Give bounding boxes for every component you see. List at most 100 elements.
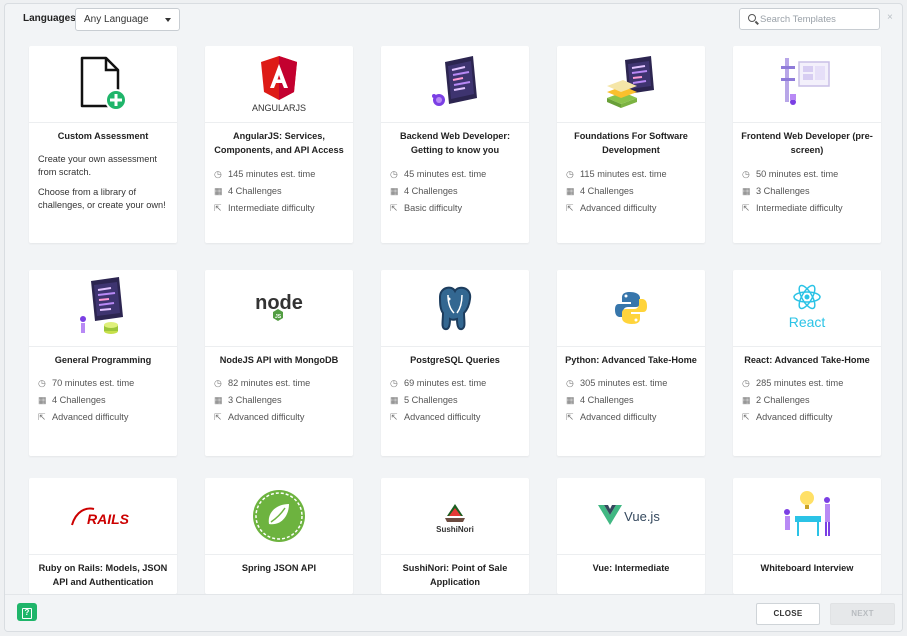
card-logo bbox=[205, 478, 353, 555]
card-logo bbox=[557, 46, 705, 123]
template-card-general-programming[interactable]: General Programming ◷ 70 minutes est. tim… bbox=[29, 270, 177, 456]
logo-text: SushiNori bbox=[436, 525, 474, 534]
template-card-sushinori[interactable]: SushiNori SushiNori: Point of Sale Appli… bbox=[381, 478, 529, 594]
template-card-foundations[interactable]: Foundations For Software Development ◷ 11… bbox=[557, 46, 705, 243]
difficulty-icon: ⇱ bbox=[566, 203, 574, 213]
card-challenges: ▦ 3 Challenges bbox=[214, 395, 282, 405]
template-card-spring[interactable]: Spring JSON API bbox=[205, 478, 353, 594]
card-description: Choose from a library of challenges, or … bbox=[38, 187, 166, 210]
frontend-illustration bbox=[781, 58, 830, 105]
clock-icon: ◷ bbox=[38, 378, 46, 388]
challenges-icon: ▦ bbox=[214, 186, 223, 196]
card-title: Python: Advanced Take-Home bbox=[565, 355, 697, 365]
card-difficulty: ⇱ Intermediate difficulty bbox=[742, 203, 843, 213]
difficulty-icon: ⇱ bbox=[742, 412, 750, 422]
template-card-whiteboard[interactable]: Whiteboard Interview bbox=[733, 478, 881, 594]
difficulty-icon: ⇱ bbox=[38, 412, 46, 422]
card-logo: SushiNori bbox=[381, 478, 529, 555]
challenges-icon: ▦ bbox=[566, 186, 575, 196]
toolbar: Languages: Any Language × bbox=[5, 4, 902, 38]
card-logo bbox=[733, 478, 881, 555]
backend-illustration bbox=[432, 56, 477, 106]
card-title: NodeJS API with MongoDB bbox=[219, 355, 339, 365]
close-button[interactable]: CLOSE bbox=[756, 603, 820, 625]
template-card-postgresql[interactable]: PostgreSQL Queries ◷ 69 minutes est. time… bbox=[381, 270, 529, 456]
card-logo bbox=[29, 46, 177, 123]
search-input[interactable] bbox=[760, 11, 875, 27]
card-challenges: ▦ 5 Challenges bbox=[390, 395, 458, 405]
chevron-down-icon bbox=[165, 18, 171, 22]
challenges-icon: ▦ bbox=[390, 395, 399, 405]
card-time: ◷ 70 minutes est. time bbox=[38, 378, 135, 388]
challenges-icon: ▦ bbox=[566, 395, 575, 405]
logo-text: RAILS bbox=[87, 511, 130, 527]
challenges-icon: ▦ bbox=[742, 186, 751, 196]
programming-illustration bbox=[80, 277, 123, 334]
template-card-vue[interactable]: Vue.js Vue: Intermediate bbox=[557, 478, 705, 594]
angularjs-logo: ANGULARJS bbox=[252, 56, 306, 113]
card-logo bbox=[733, 46, 881, 123]
card-logo: node JS bbox=[205, 270, 353, 347]
challenges-icon: ▦ bbox=[214, 395, 223, 405]
card-title: Vue: Intermediate bbox=[592, 563, 670, 573]
card-difficulty: ⇱ Advanced difficulty bbox=[38, 412, 129, 422]
help-button[interactable]: ? bbox=[17, 603, 37, 621]
template-card-angularjs[interactable]: ANGULARJS AngularJS: Services, Component… bbox=[205, 46, 353, 243]
language-select-value: Any Language bbox=[84, 14, 149, 25]
postgresql-logo bbox=[438, 286, 472, 331]
template-card-frontend[interactable]: Frontend Web Developer (pre-screen) ◷ 50 … bbox=[733, 46, 881, 243]
card-challenges: ▦ 4 Challenges bbox=[38, 395, 106, 405]
card-challenges: ▦ 3 Challenges bbox=[742, 186, 810, 196]
card-title: Foundations For Software Development bbox=[574, 131, 688, 155]
challenges-icon: ▦ bbox=[38, 395, 47, 405]
template-card-nodejs[interactable]: node JS NodeJS API with MongoDB ◷ 82 minu… bbox=[205, 270, 353, 456]
card-title: Frontend Web Developer (pre-screen) bbox=[741, 131, 873, 155]
card-challenges: ▦ 4 Challenges bbox=[214, 186, 282, 196]
difficulty-icon: ⇱ bbox=[566, 412, 574, 422]
card-logo bbox=[29, 270, 177, 347]
template-card-react[interactable]: React React: Advanced Take-Home ◷ 285 min… bbox=[733, 270, 881, 456]
clock-icon: ◷ bbox=[214, 169, 222, 179]
logo-text: ANGULARJS bbox=[252, 103, 306, 113]
card-difficulty: ⇱ Advanced difficulty bbox=[390, 412, 481, 422]
card-time: ◷ 305 minutes est. time bbox=[566, 378, 668, 388]
card-time: ◷ 285 minutes est. time bbox=[742, 378, 844, 388]
modal-footer: ? CLOSE NEXT bbox=[5, 594, 902, 631]
languages-label: Languages: bbox=[23, 13, 80, 24]
template-picker-modal: Languages: Any Language × Custom Assessm… bbox=[4, 3, 903, 632]
card-title: Custom Assessment bbox=[57, 131, 149, 141]
whiteboard-illustration bbox=[784, 491, 830, 536]
clear-search-icon[interactable]: × bbox=[887, 12, 893, 23]
difficulty-icon: ⇱ bbox=[742, 203, 750, 213]
template-card-backend[interactable]: Backend Web Developer: Getting to know y… bbox=[381, 46, 529, 243]
card-logo bbox=[557, 270, 705, 347]
clock-icon: ◷ bbox=[214, 378, 222, 388]
challenges-icon: ▦ bbox=[742, 395, 751, 405]
card-time: ◷ 50 minutes est. time bbox=[742, 169, 839, 179]
template-card-python[interactable]: Python: Advanced Take-Home ◷ 305 minutes … bbox=[557, 270, 705, 456]
card-logo: RAILS bbox=[29, 478, 177, 555]
logo-text: React bbox=[789, 314, 826, 330]
search-icon bbox=[748, 14, 756, 22]
card-title: General Programming bbox=[54, 355, 152, 365]
spring-logo bbox=[253, 490, 305, 542]
card-time: ◷ 145 minutes est. time bbox=[214, 169, 316, 179]
card-title: Backend Web Developer: Getting to know y… bbox=[399, 131, 511, 155]
react-logo: React bbox=[789, 284, 826, 330]
next-button[interactable]: NEXT bbox=[830, 603, 895, 625]
challenges-icon: ▦ bbox=[390, 186, 399, 196]
logo-badge: JS bbox=[275, 314, 282, 320]
card-time: ◷ 82 minutes est. time bbox=[214, 378, 311, 388]
template-card-rails[interactable]: RAILS Ruby on Rails: Models, JSON API an… bbox=[29, 478, 177, 594]
card-difficulty: ⇱ Advanced difficulty bbox=[214, 412, 305, 422]
difficulty-icon: ⇱ bbox=[390, 412, 398, 422]
card-difficulty: ⇱ Advanced difficulty bbox=[566, 203, 657, 213]
card-time: ◷ 115 minutes est. time bbox=[566, 169, 667, 179]
clock-icon: ◷ bbox=[390, 169, 398, 179]
language-select[interactable]: Any Language bbox=[75, 8, 180, 31]
card-logo: ANGULARJS bbox=[205, 46, 353, 123]
card-title: SushiNori: Point of Sale Application bbox=[402, 563, 508, 587]
template-card-custom-assessment[interactable]: Custom Assessment Create your own assess… bbox=[29, 46, 177, 243]
rails-logo: RAILS bbox=[71, 507, 130, 527]
difficulty-icon: ⇱ bbox=[214, 412, 222, 422]
